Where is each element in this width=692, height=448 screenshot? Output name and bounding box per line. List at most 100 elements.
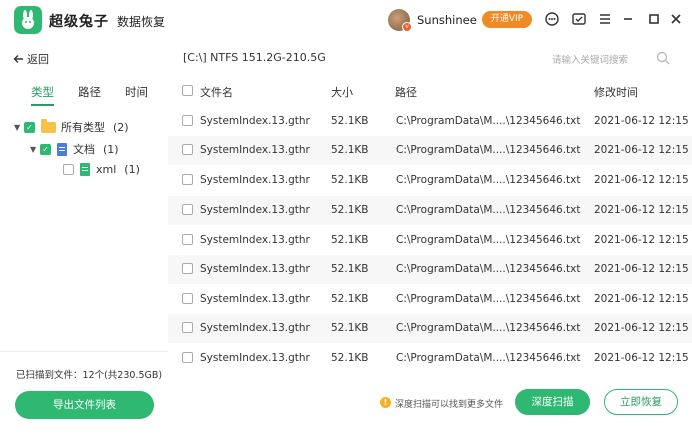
arrow-left-icon [13,55,23,63]
tree-item-label: 文档 [73,143,95,156]
minimize-icon[interactable] [619,10,637,28]
file-path: C:\ProgramData\M....\12345646.txt [396,352,581,364]
file-name: SystemIndex.13.gthr [200,204,310,216]
feedback-icon[interactable] [570,10,588,28]
row-checkbox[interactable] [182,322,193,333]
file-path: C:\ProgramData\M....\12345646.txt [396,322,581,334]
app-logo-icon [14,6,42,34]
search-icon[interactable] [655,50,671,66]
app-subtitle: 数据恢复 [117,15,166,29]
menu-icon[interactable] [596,10,614,28]
tab-path[interactable]: 路径 [78,84,101,100]
caret-down-icon[interactable]: ▼ [30,145,40,154]
tab-time[interactable]: 时间 [125,84,148,100]
row-checkbox[interactable] [182,263,193,274]
table-row[interactable]: SystemIndex.13.gthr 52.1KB C:\ProgramDat… [168,285,692,314]
tree-item-xml[interactable]: xml (1) [63,163,140,176]
file-name: SystemIndex.13.gthr [200,144,310,156]
divider [0,351,168,352]
support-icon[interactable] [543,10,561,28]
row-checkbox[interactable] [182,115,193,126]
search-input[interactable]: 请输入关键词搜索 [552,52,628,66]
scan-summary: 已扫描到文件：12个(共230.5GB) [16,370,163,381]
file-name: SystemIndex.13.gthr [200,234,310,246]
table-row[interactable]: SystemIndex.13.gthr 52.1KB C:\ProgramDat… [168,107,692,136]
row-checkbox[interactable] [182,174,193,185]
xml-file-icon [80,163,90,176]
maximize-icon[interactable] [645,10,663,28]
row-checkbox[interactable] [182,144,193,155]
table-row[interactable]: SystemIndex.13.gthr 52.1KB C:\ProgramDat… [168,255,692,284]
username[interactable]: Sunshinee [417,13,477,27]
folder-icon [41,118,56,133]
info-icon: ! [380,397,391,408]
tree-item-count: (2) [113,120,129,134]
close-icon[interactable] [667,10,685,28]
row-checkbox[interactable] [182,204,193,215]
table-row[interactable]: SystemIndex.13.gthr 52.1KB C:\ProgramDat… [168,196,692,225]
file-path: C:\ProgramData\M....\12345646.txt [396,174,581,186]
file-size: 52.1KB [331,204,369,216]
file-modified: 2021-06-12 12:15 [594,144,689,156]
tab-type[interactable]: 类型 [31,84,54,106]
table-header: 文件名 大小 路径 修改时间 [168,80,692,102]
checkbox[interactable] [63,164,74,175]
search-box[interactable]: 请输入关键词搜索 [544,46,680,70]
column-header-path[interactable]: 路径 [395,84,417,100]
table-row[interactable]: SystemIndex.13.gthr 52.1KB C:\ProgramDat… [168,314,692,343]
column-header-modified[interactable]: 修改时间 [594,84,638,100]
file-path: C:\ProgramData\M....\12345646.txt [396,263,581,275]
file-modified: 2021-06-12 12:15 [594,115,689,127]
file-name: SystemIndex.13.gthr [200,115,310,127]
file-name: SystemIndex.13.gthr [200,174,310,186]
caret-down-icon[interactable]: ▼ [14,123,24,132]
back-label: 返回 [27,53,49,66]
table-row[interactable]: SystemIndex.13.gthr 52.1KB C:\ProgramDat… [168,344,692,373]
vip-button[interactable]: 开通VIP [482,11,532,28]
file-modified: 2021-06-12 12:15 [594,293,689,305]
file-path: C:\ProgramData\M....\12345646.txt [396,234,581,246]
deep-scan-button[interactable]: 深度扫描 [515,389,590,415]
deep-scan-hint: 深度扫描可以找到更多文件 [395,400,504,410]
file-path: C:\ProgramData\M....\12345646.txt [396,115,581,127]
filter-tabs: 类型 路径 时间 [0,82,168,106]
row-checkbox[interactable] [182,352,193,363]
file-size: 52.1KB [331,234,369,246]
file-path: C:\ProgramData\M....\12345646.txt [396,293,581,305]
file-size: 52.1KB [331,322,369,334]
tree-item-label: 所有类型 [61,121,105,134]
checkbox[interactable]: ✓ [40,143,51,155]
file-modified: 2021-06-12 12:15 [594,322,689,334]
checkbox[interactable]: ✓ [24,121,35,133]
tree-item-documents[interactable]: ▼ ✓ 文档 (1) [30,141,119,157]
recover-now-button[interactable]: 立即恢复 [604,389,678,415]
table-row[interactable]: SystemIndex.13.gthr 52.1KB C:\ProgramDat… [168,166,692,195]
file-name: SystemIndex.13.gthr [200,263,310,275]
file-path: C:\ProgramData\M....\12345646.txt [396,144,581,156]
file-modified: 2021-06-12 12:15 [594,234,689,246]
app-brand: 超级兔子 [49,14,109,30]
file-modified: 2021-06-12 12:15 [594,174,689,186]
file-size: 52.1KB [331,352,369,364]
row-checkbox[interactable] [182,234,193,245]
column-header-name[interactable]: 文件名 [200,84,233,100]
file-size: 52.1KB [331,174,369,186]
file-size: 52.1KB [331,263,369,275]
select-all-checkbox[interactable] [182,85,193,96]
tree-item-all-types[interactable]: ▼ ✓ 所有类型 (2) [14,118,129,135]
table-row[interactable]: SystemIndex.13.gthr 52.1KB C:\ProgramDat… [168,226,692,255]
column-header-size[interactable]: 大小 [331,84,353,100]
file-name: SystemIndex.13.gthr [200,352,310,364]
file-name: SystemIndex.13.gthr [200,293,310,305]
tree-item-label: xml [96,163,117,176]
file-size: 52.1KB [331,293,369,305]
table-row[interactable]: SystemIndex.13.gthr 52.1KB C:\ProgramDat… [168,136,692,165]
row-checkbox[interactable] [182,293,193,304]
file-size: 52.1KB [331,115,369,127]
file-modified: 2021-06-12 12:15 [594,263,689,275]
tree-item-count: (1) [124,163,140,176]
back-button[interactable]: 返回 [13,51,49,67]
export-list-button[interactable]: 导出文件列表 [15,391,154,419]
tree-item-count: (1) [103,142,119,156]
document-icon [57,142,67,156]
